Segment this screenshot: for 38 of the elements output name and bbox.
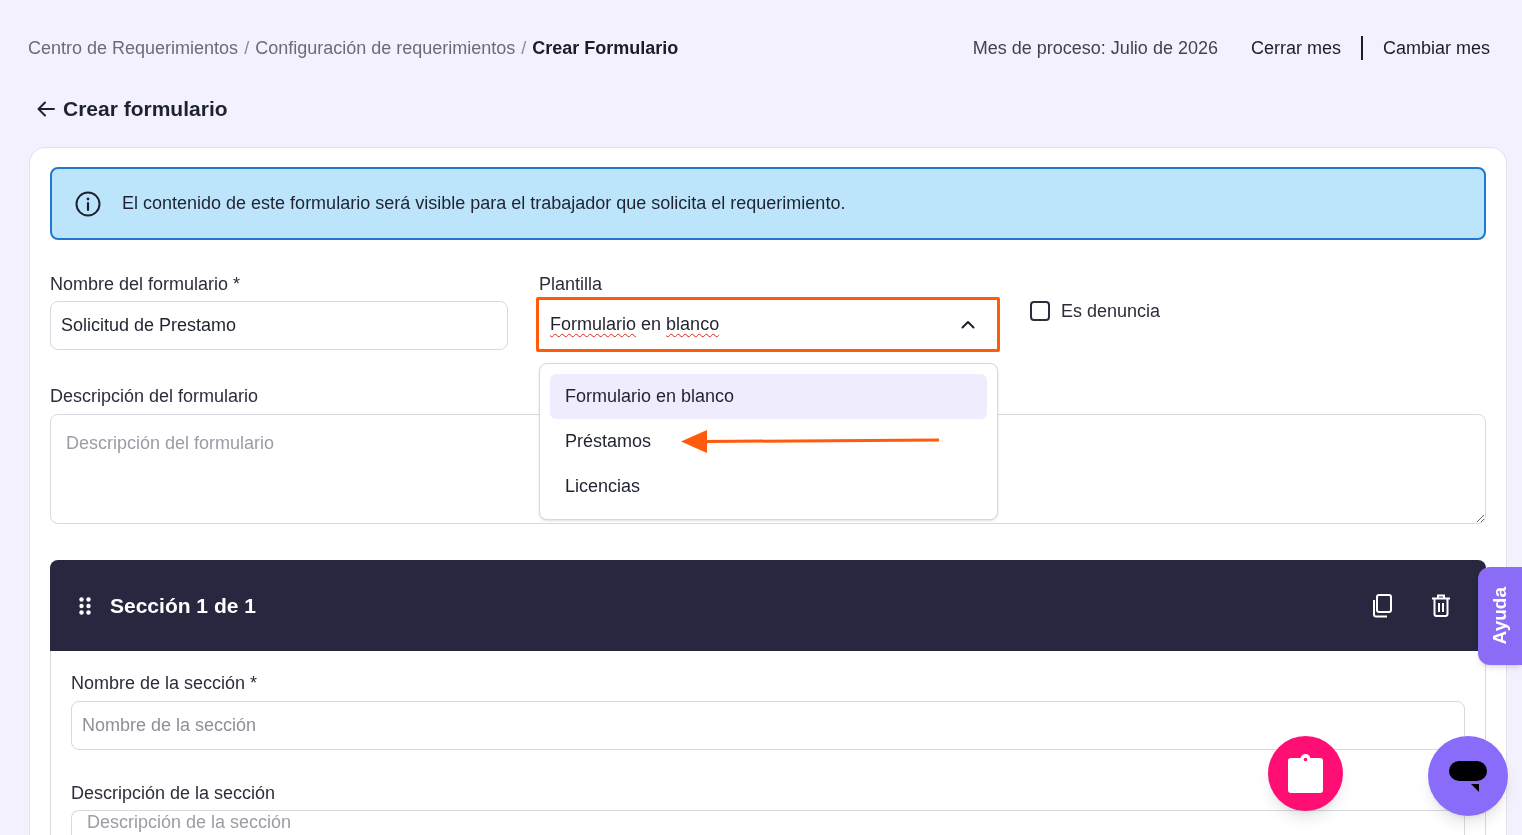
section-title: Sección 1 de 1	[110, 592, 256, 619]
textarea-field[interactable]: Descripción de la sección	[71, 810, 1465, 835]
breadcrumb-separator: /	[521, 37, 527, 59]
delete-button[interactable]	[1431, 594, 1451, 617]
header-action-link[interactable]: Cerrar mes	[1250, 37, 1341, 59]
dropdown-option[interactable]: Licencias	[550, 464, 987, 509]
field-label: Descripción de la sección	[71, 783, 276, 803]
drag-dots-icon	[79, 596, 91, 615]
clipboard-icon	[1288, 754, 1323, 793]
duplicate-button[interactable]	[1370, 593, 1392, 618]
info-text: El contenido de este formulario será visible para el trabajador que solicita el requerimiento.	[122, 192, 846, 215]
breadcrumb-current: Crear Formulario	[532, 37, 679, 59]
drag-handle[interactable]	[79, 596, 91, 615]
back-button[interactable]	[37, 101, 55, 117]
checkbox-label: Es denuncia	[1061, 299, 1161, 323]
process-month-text: Mes de proceso: Julio de 2026	[972, 37, 1218, 59]
chat-bubble-icon	[1449, 760, 1487, 792]
page-title: Crear formulario	[63, 96, 228, 123]
field-label: Descripción del formulario	[50, 386, 259, 406]
dropdown-option[interactable]: Préstamos	[550, 419, 987, 464]
chevron-up-icon	[961, 320, 975, 329]
trash-icon	[1431, 594, 1451, 617]
field-label: Plantilla	[539, 274, 603, 294]
help-tab[interactable]: Ayuda	[1478, 567, 1522, 665]
text-input[interactable]: Solicitud de Prestamo	[50, 301, 508, 350]
field-label: Nombre del formulario *	[50, 274, 241, 294]
text-input[interactable]: Nombre de la sección	[71, 701, 1465, 750]
dropdown-option[interactable]: Formulario en blanco	[550, 374, 987, 419]
back-arrow-icon	[37, 101, 55, 117]
field-label: Nombre de la sección *	[71, 673, 258, 693]
copy-icon	[1370, 593, 1392, 618]
info-icon	[75, 190, 101, 217]
header-action-link[interactable]: Cambiar mes	[1382, 37, 1490, 59]
template-select[interactable]: Formulario en blanco	[536, 297, 1000, 352]
breadcrumb-link[interactable]: Centro de Requerimientos	[28, 37, 239, 59]
checkbox[interactable]	[1030, 301, 1050, 321]
breadcrumb-link[interactable]: Configuración de requerimientos	[255, 37, 516, 59]
breadcrumb-separator: /	[244, 37, 250, 59]
